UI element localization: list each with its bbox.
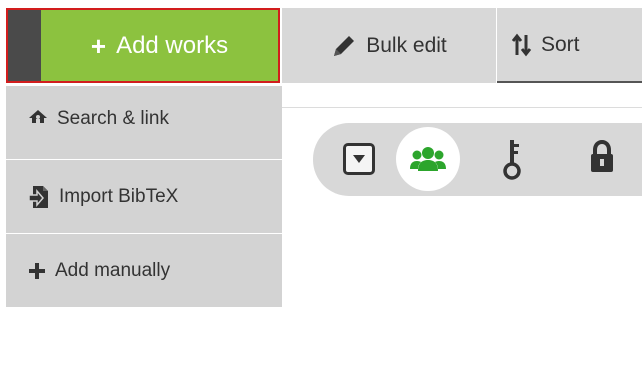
menu-item-label: Search & link bbox=[57, 108, 169, 129]
menu-item-add-manually[interactable]: Add manually bbox=[6, 234, 282, 308]
sort-button[interactable]: Sort bbox=[497, 8, 642, 83]
plus-icon bbox=[29, 262, 45, 279]
public-group-icon bbox=[410, 147, 446, 171]
add-works-label: Add works bbox=[116, 31, 229, 59]
sort-icon bbox=[512, 33, 532, 56]
add-works-button[interactable]: + Add works bbox=[6, 8, 280, 83]
menu-item-search-link[interactable]: Search & link bbox=[6, 86, 282, 160]
add-works-content: + Add works bbox=[41, 10, 278, 81]
dropdown-toggle-icon bbox=[353, 155, 365, 163]
plus-icon: + bbox=[90, 30, 107, 61]
menu-item-import-bibtex[interactable]: Import BibTeX bbox=[6, 160, 282, 234]
toolbar-divider bbox=[282, 107, 642, 108]
limited-key-icon[interactable] bbox=[502, 138, 522, 182]
bulk-edit-button[interactable]: Bulk edit bbox=[282, 8, 496, 83]
add-works-menu: Search & link Import BibTeX Add manually bbox=[6, 86, 282, 308]
menu-item-label: Import BibTeX bbox=[59, 185, 179, 207]
private-lock-icon[interactable] bbox=[588, 140, 616, 174]
privacy-dropdown-toggle[interactable] bbox=[343, 143, 375, 175]
menu-item-label: Add manually bbox=[55, 259, 171, 281]
search-link-icon bbox=[29, 110, 47, 123]
import-icon bbox=[28, 185, 48, 208]
pencil-icon bbox=[334, 35, 355, 56]
add-works-stripe bbox=[8, 10, 41, 81]
privacy-public-button[interactable] bbox=[396, 127, 460, 191]
bulk-edit-label: Bulk edit bbox=[366, 33, 447, 57]
sort-label: Sort bbox=[541, 32, 580, 56]
